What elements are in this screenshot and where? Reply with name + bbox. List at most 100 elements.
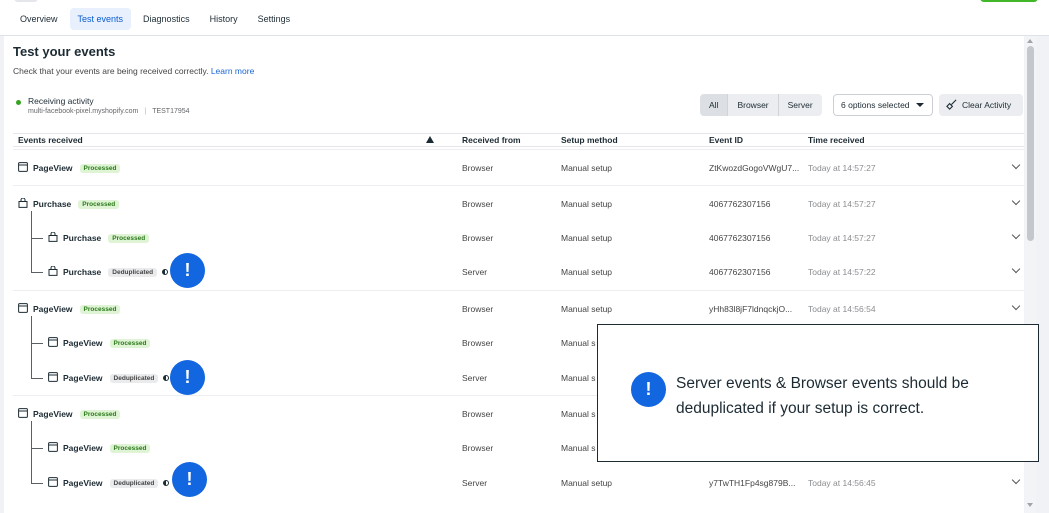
setup-method: Manual s [561, 338, 596, 348]
tab-overview[interactable]: Overview [12, 8, 66, 30]
tab-history[interactable]: History [202, 8, 246, 30]
chevron-down-icon[interactable] [1011, 196, 1021, 206]
filter-server-button[interactable]: Server [778, 94, 822, 116]
warning-icon[interactable] [426, 136, 434, 143]
caret-down-icon [916, 103, 924, 107]
event-name-label: PageView [63, 338, 103, 348]
alert-icon: ! [172, 462, 207, 497]
event-name: PageView Processed [48, 442, 151, 454]
table-row[interactable]: Purchase Processed Browser Manual setup 4067… [13, 220, 1024, 255]
event-name-label: PageView [33, 304, 73, 314]
event-id: ZtKwozdGogoVWgU7... [709, 163, 800, 173]
table-row[interactable]: Purchase Processed Browser Manual setup 4067… [13, 185, 1024, 220]
alert-icon: ! [631, 372, 666, 407]
event-name-label: Purchase [63, 233, 102, 243]
tree-connector [31, 316, 32, 378]
table-row[interactable]: Purchase Deduplicated Server Manual setup 40… [13, 254, 1024, 289]
received-from: Server [462, 267, 488, 277]
status-badge: Deduplicated [109, 373, 159, 383]
event-name: PageView Processed [18, 408, 121, 420]
received-from: Server [462, 478, 488, 488]
time-received: Today at 14:57:27 [808, 233, 876, 243]
filter-all-button[interactable]: All [700, 94, 729, 116]
scroll-down-icon[interactable] [1027, 503, 1033, 507]
time-received: Today at 14:57:22 [808, 267, 876, 277]
half-circle-icon[interactable] [163, 375, 170, 381]
page-subtitle: Check that your events are being receive… [13, 66, 254, 76]
tree-connector [31, 343, 43, 344]
event-name-label: PageView [33, 409, 73, 419]
half-circle-icon[interactable] [162, 269, 169, 275]
scroll-up-icon[interactable] [1027, 39, 1033, 43]
half-circle-icon[interactable] [163, 480, 170, 486]
back-button-stub[interactable] [14, 0, 38, 2]
received-from: Browser [462, 199, 494, 209]
event-id: yHh83l8jF7ldnqckjO... [709, 304, 793, 314]
received-from: Browser [462, 163, 494, 173]
shopping-bag-icon [18, 197, 33, 210]
received-from: Browser [462, 338, 494, 348]
col-setup-method[interactable]: Setup method [561, 135, 618, 145]
received-from: Server [462, 373, 488, 383]
learn-more-link[interactable]: Learn more [211, 66, 254, 76]
setup-method: Manual setup [561, 478, 613, 488]
event-name-label: PageView [63, 373, 103, 383]
event-name: PageView Processed [18, 162, 121, 174]
event-id: 4067762307156 [709, 267, 771, 277]
col-received-from[interactable]: Received from [462, 135, 521, 145]
tab-test-events[interactable]: Test events [69, 8, 132, 30]
browser-window-icon [18, 303, 33, 315]
tree-connector [31, 421, 32, 483]
chevron-down-icon[interactable] [1011, 301, 1021, 311]
select-value: 6 options selected [841, 100, 910, 110]
filter-browser-button[interactable]: Browser [728, 94, 779, 116]
tab-settings[interactable]: Settings [250, 8, 299, 30]
status-badge: Deduplicated [109, 478, 159, 488]
status-label: Receiving activity [28, 96, 94, 106]
event-type-select[interactable]: 6 options selected [833, 94, 933, 116]
tree-connector [31, 238, 43, 239]
chevron-down-icon[interactable] [1011, 264, 1021, 274]
source-filter-group: All Browser Server [700, 94, 822, 116]
time-received: Today at 14:57:27 [808, 163, 876, 173]
event-name-label: Purchase [63, 267, 102, 277]
test-code: TEST17954 [152, 108, 190, 115]
tree-connector [31, 483, 43, 484]
page-title: Test your events [13, 44, 116, 59]
event-name: Purchase Processed [48, 231, 150, 244]
shopping-bag-icon [48, 231, 63, 244]
chevron-down-icon[interactable] [1011, 475, 1021, 485]
tree-connector [31, 211, 32, 272]
callout-message: Server events & Browser events should be… [676, 375, 969, 417]
scrollbar-thumb[interactable] [1027, 46, 1034, 241]
table-row[interactable]: PageView Processed Browser Manual setup ZtKw… [13, 149, 1024, 184]
received-from: Browser [462, 304, 494, 314]
table-row[interactable]: PageView Processed Browser Manual setup yHh8… [13, 290, 1024, 325]
tree-connector [31, 448, 43, 449]
browser-window-icon [48, 442, 63, 454]
tree-connector [31, 378, 43, 379]
col-event-id[interactable]: Event ID [709, 135, 743, 145]
setup-method: Manual setup [561, 163, 613, 173]
received-from: Browser [462, 443, 494, 453]
subtitle-text: Check that your events are being receive… [13, 66, 209, 76]
received-from: Browser [462, 233, 494, 243]
status-badge: Processed [78, 199, 120, 209]
chevron-down-icon[interactable] [1011, 230, 1021, 240]
table-row[interactable]: PageView Deduplicated Server Manual setup y7… [13, 465, 1024, 500]
col-time-received[interactable]: Time received [808, 135, 865, 145]
clear-activity-button[interactable]: Clear Activity [939, 94, 1023, 116]
browser-window-icon [48, 372, 63, 384]
tab-diagnostics[interactable]: Diagnostics [135, 8, 198, 30]
status-badge: Processed [79, 409, 121, 419]
browser-window-icon [18, 408, 33, 420]
col-events-received[interactable]: Events received [18, 135, 83, 145]
chevron-down-icon[interactable] [1011, 160, 1021, 170]
event-name-label: Purchase [33, 199, 72, 209]
status-domain: multi-facebook-pixel.myshopify.com [28, 108, 139, 115]
time-received: Today at 14:56:45 [808, 478, 876, 488]
deduplication-callout: ! Server events & Browser events should … [597, 324, 1039, 462]
primary-action-button-stub[interactable] [980, 0, 1038, 2]
setup-method: Manual s [561, 409, 596, 419]
event-name: PageView Processed [18, 303, 121, 315]
